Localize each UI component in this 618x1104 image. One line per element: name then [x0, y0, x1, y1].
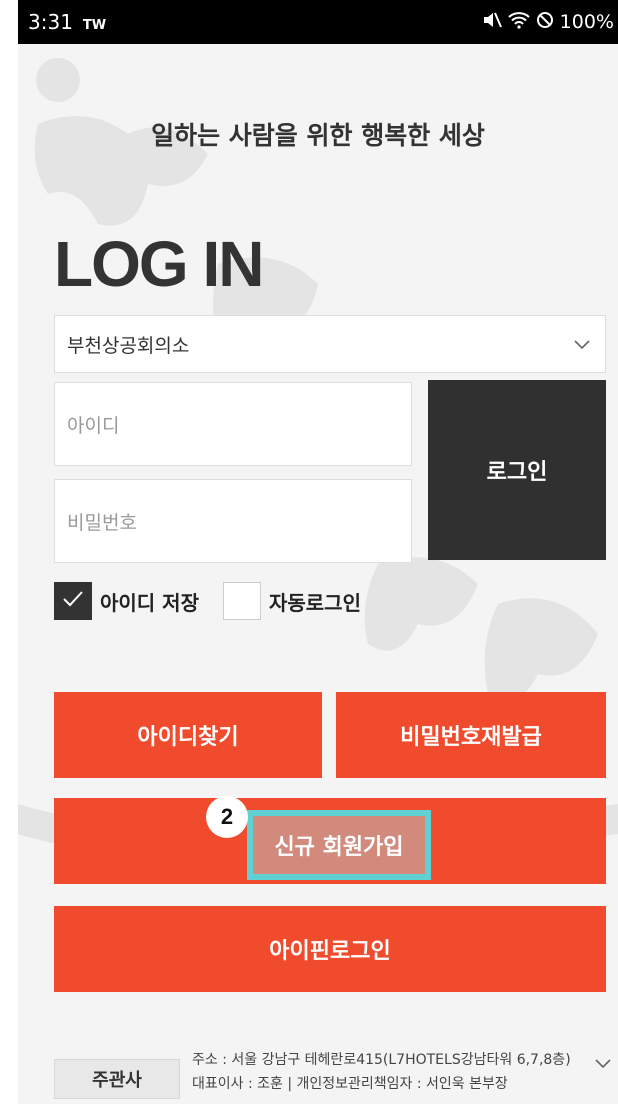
footer-expand-icon[interactable] — [594, 1054, 612, 1073]
footer-organizer-label: 주관사 — [54, 1059, 180, 1099]
ipin-login-label: 아이핀로그인 — [269, 939, 391, 964]
password-input[interactable]: 비밀번호 — [54, 479, 412, 563]
login-button[interactable]: 로그인 — [428, 380, 606, 560]
footer-info: 주소 : 서울 강남구 테헤란로415(L7HOTELS강남타워 6,7,8층)… — [192, 1048, 571, 1096]
login-page: 일하는 사람을 위한 행복한 세상 LOG IN 부천상공회의소 아이디 비밀번… — [18, 44, 618, 1104]
organization-selected-value: 부천상공회의소 — [67, 334, 190, 357]
chevron-down-icon — [573, 333, 591, 355]
save-id-checkbox[interactable] — [54, 582, 92, 620]
signup-label: 신규 회원가입 — [274, 835, 404, 860]
battery-level: 100% — [559, 11, 614, 33]
reset-password-button[interactable]: 비밀번호재발급 — [336, 692, 606, 778]
checkmark-icon — [61, 589, 85, 613]
organization-select[interactable]: 부천상공회의소 — [54, 315, 606, 373]
auto-login-label[interactable]: 자동로그인 — [269, 587, 361, 616]
blocked-icon — [536, 11, 554, 34]
page-title: LOG IN — [54, 228, 264, 300]
footer-address: 주소 : 서울 강남구 테헤란로415(L7HOTELS강남타워 6,7,8층) — [192, 1052, 571, 1068]
page-tagline: 일하는 사람을 위한 행복한 세상 — [151, 121, 485, 150]
signup-highlight[interactable]: 신규 회원가입 — [247, 810, 431, 880]
id-input[interactable]: 아이디 — [54, 382, 412, 466]
save-id-label[interactable]: 아이디 저장 — [100, 587, 199, 616]
footer-ceo: 대표이사 : 조훈 | 개인정보관리책임자 : 서인욱 본부장 — [192, 1076, 508, 1092]
mute-icon — [482, 11, 502, 34]
find-id-label: 아이디찾기 — [137, 725, 239, 750]
status-bar: 3:31 TW 100% — [18, 0, 618, 44]
reset-password-label: 비밀번호재발급 — [400, 725, 542, 750]
login-options: 아이디 저장 자동로그인 — [54, 582, 361, 620]
step-marker: 2 — [206, 796, 248, 838]
id-placeholder: 아이디 — [67, 414, 120, 437]
auto-login-checkbox[interactable] — [222, 582, 261, 620]
find-id-button[interactable]: 아이디찾기 — [54, 692, 322, 778]
status-carrier: TW — [82, 18, 107, 33]
password-placeholder: 비밀번호 — [67, 511, 137, 534]
wifi-icon — [508, 11, 530, 34]
ipin-login-button[interactable]: 아이핀로그인 — [54, 906, 606, 992]
login-button-label: 로그인 — [486, 460, 548, 485]
status-time: 3:31 — [28, 10, 73, 34]
